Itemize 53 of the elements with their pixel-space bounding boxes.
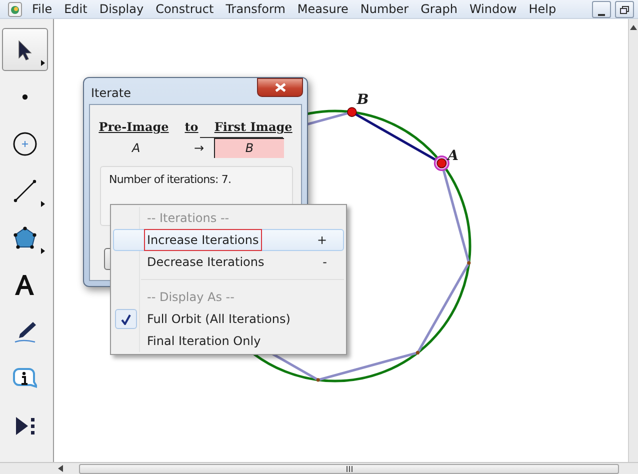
menu-section-header: -- Iterations -- (146, 210, 230, 227)
point-label: B (356, 91, 369, 110)
pentagon-icon (13, 226, 37, 250)
arrow-symbol: → (194, 140, 206, 157)
column-heading: First Image (214, 119, 292, 136)
vertex-point (467, 261, 471, 265)
tool-button[interactable] (2, 28, 48, 71)
checkmark-icon (121, 314, 131, 324)
menu-item[interactable]: Decrease Iterations - (113, 251, 344, 273)
submenu-triangle-icon (41, 60, 45, 66)
submenu-triangle-icon (41, 248, 45, 254)
vertex-point (416, 350, 420, 354)
close-button[interactable] (257, 78, 303, 97)
menu-item[interactable]: Measure (291, 0, 354, 18)
column-heading: Pre-Image (98, 119, 169, 136)
restore-icon (620, 6, 629, 14)
pen-icon (13, 320, 37, 344)
menu-item[interactable]: Increase Iterations + (113, 229, 344, 251)
line-segment-icon (13, 178, 37, 202)
vertex-point (316, 378, 320, 382)
point-icon (22, 94, 28, 100)
menu-item[interactable]: Final Iteration Only (113, 330, 344, 352)
menu-item[interactable]: Window (463, 0, 523, 18)
first-image-field[interactable]: B (214, 138, 284, 158)
point-label: A (448, 147, 459, 166)
menu-item[interactable]: Edit (58, 0, 94, 18)
scrollbar-thumb[interactable] (79, 464, 619, 474)
close-icon (274, 83, 286, 92)
restore-button[interactable] (615, 1, 634, 18)
iteration-count-text: Number of iterations: 7. (109, 173, 232, 186)
minimize-button[interactable] (592, 1, 611, 18)
menu-item[interactable]: Full Orbit (All Iterations) (113, 308, 344, 330)
dialog-title: Iterate (91, 85, 132, 102)
menu-section-header: -- Display As -- (146, 289, 236, 306)
compass-icon (13, 132, 37, 156)
menu-item[interactable]: Display (93, 0, 150, 18)
pre-image-label: A (132, 140, 142, 157)
info-icon (13, 366, 37, 390)
menu-item[interactable]: Number (354, 0, 415, 18)
scroll-left-icon[interactable] (58, 465, 63, 472)
minimize-icon (598, 11, 605, 17)
submenu-triangle-icon (41, 201, 45, 207)
menu-item[interactable]: File (26, 0, 58, 18)
app-icon[interactable] (8, 2, 22, 16)
column-heading: to (184, 119, 198, 136)
menu-item[interactable]: Graph (414, 0, 464, 18)
menu-item[interactable]: Transform (220, 0, 292, 18)
scroll-up-icon[interactable] (630, 25, 637, 30)
point[interactable] (347, 107, 357, 117)
grip-icon (346, 466, 352, 472)
letter-icon (13, 272, 37, 296)
menu-item[interactable]: Help (522, 0, 562, 18)
menu-item[interactable]: Construct (150, 0, 220, 18)
